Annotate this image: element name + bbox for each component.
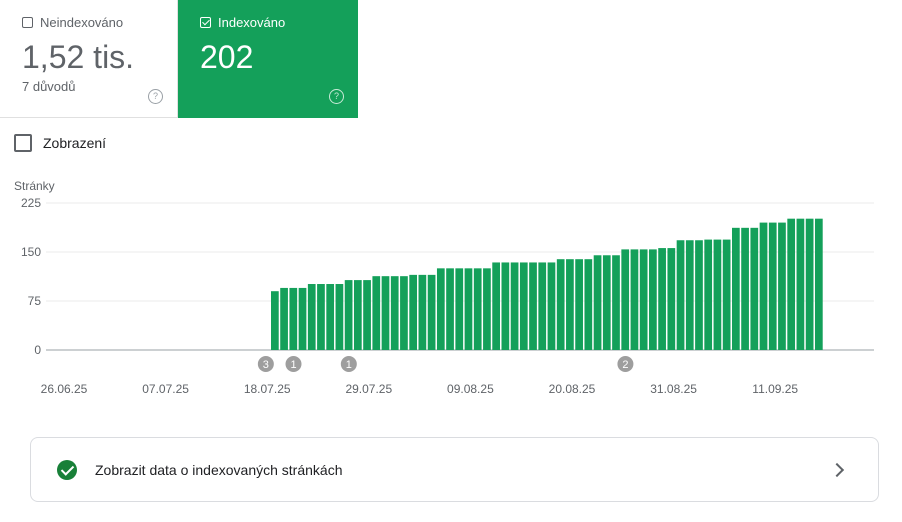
y-tick-label: 225: [21, 196, 41, 210]
chart-bar: [750, 227, 759, 350]
chart-bar: [621, 249, 630, 350]
indexed-card[interactable]: Indexováno 202 ?: [178, 0, 358, 118]
x-tick-label: 29.07.25: [345, 382, 392, 396]
chart-bar: [556, 259, 565, 350]
chart-bar: [390, 276, 399, 350]
annotation-count: 2: [622, 359, 628, 371]
chart-bar: [492, 262, 500, 350]
checkbox-icon[interactable]: [14, 134, 32, 152]
y-tick-label: 150: [21, 245, 41, 259]
chart-bar: [289, 287, 298, 350]
y-axis-title: Stránky: [14, 179, 55, 193]
chart-bar: [805, 218, 814, 350]
chart-bar: [547, 262, 556, 350]
chart-bar: [510, 262, 519, 350]
chart-bar: [307, 284, 316, 350]
chart-bar: [695, 240, 703, 350]
chevron-right-icon: [829, 462, 845, 477]
chart-bar: [741, 227, 749, 350]
nonindexed-reasons: 7 důvodů: [22, 79, 76, 94]
chart-bar: [529, 262, 537, 350]
chart-bar: [584, 259, 593, 350]
chart-bar: [685, 240, 694, 350]
chart-bar: [519, 262, 528, 350]
y-tick-label: 75: [28, 294, 42, 308]
x-tick-label: 26.06.25: [41, 382, 88, 396]
help-icon[interactable]: ?: [148, 89, 163, 104]
indexed-pages-chart: Stránky 225 150 75 0 3 1 1 2 26.06.25 07.07.25 18.0…: [14, 179, 874, 396]
nonindexed-label: Neindexováno: [40, 15, 124, 30]
impressions-toggle[interactable]: Zobrazení: [14, 134, 106, 152]
chart-bar: [298, 287, 307, 350]
chart-bar: [612, 255, 620, 350]
chart-bar: [436, 268, 445, 350]
chart-bar: [768, 222, 777, 350]
chart-bar: [271, 291, 279, 350]
annotation-count: 1: [290, 359, 296, 371]
chart-bar: [704, 239, 713, 350]
chart-bar: [280, 287, 288, 350]
chart-bar: [639, 249, 648, 350]
x-tick-label: 09.08.25: [447, 382, 494, 396]
x-tick-label: 18.07.25: [244, 382, 291, 396]
chart-bar: [363, 280, 371, 350]
chart-bar: [335, 284, 344, 350]
chart-bar: [566, 259, 574, 350]
chart-bar: [501, 262, 510, 350]
view-indexed-pages-label: Zobrazit data o indexovaných stránkách: [95, 461, 343, 478]
chart-bar: [473, 268, 482, 350]
nonindexed-card-header: Neindexováno: [22, 15, 123, 30]
chart-bar: [713, 239, 722, 350]
chart-bar: [464, 268, 473, 350]
y-tick-label: 0: [34, 343, 41, 357]
chart-bar: [317, 284, 325, 350]
chart-bar: [538, 262, 547, 350]
x-tick-label: 20.08.25: [549, 382, 596, 396]
chart-bar: [722, 239, 731, 350]
x-tick-label: 11.09.25: [752, 382, 798, 396]
chart-bar: [372, 276, 381, 350]
chart-bar: [658, 248, 666, 350]
chart-bar: [400, 276, 408, 350]
chart-bar: [602, 255, 611, 350]
annotation-count: 3: [263, 359, 269, 371]
chart-bar: [446, 268, 454, 350]
chart-bar: [732, 227, 740, 350]
chart-bar: [593, 255, 602, 350]
chart-bar: [778, 222, 786, 350]
chart-bar: [759, 222, 768, 350]
help-icon[interactable]: ?: [329, 89, 344, 104]
chart-bar: [353, 280, 362, 350]
chart-bar: [787, 218, 796, 350]
chart-bar: [575, 259, 583, 350]
chart-bar: [344, 280, 353, 350]
indexed-label: Indexováno: [218, 15, 286, 30]
nonindexed-card[interactable]: Neindexováno 1,52 tis. 7 důvodů ?: [0, 0, 178, 118]
chart-bar: [418, 274, 427, 350]
indexed-card-header: Indexováno: [200, 15, 285, 30]
chart-bar: [427, 274, 436, 350]
view-indexed-pages-link[interactable]: Zobrazit data o indexovaných stránkách: [30, 437, 879, 502]
chart-bar: [381, 276, 390, 350]
chart-bar: [649, 249, 657, 350]
impressions-toggle-label: Zobrazení: [43, 135, 107, 151]
checkbox-icon[interactable]: [22, 17, 33, 28]
chart-bar: [796, 218, 805, 350]
indexed-value: 202: [200, 39, 254, 75]
chart-bar: [409, 274, 418, 350]
nonindexed-value: 1,52 tis.: [22, 39, 135, 75]
chart-bar: [630, 249, 639, 350]
chart-bar: [676, 240, 685, 350]
annotation-count: 1: [346, 359, 352, 371]
chart-bar: [455, 268, 464, 350]
chart-bar: [667, 248, 676, 350]
chart-bar: [814, 218, 823, 350]
chart-bar: [483, 268, 491, 350]
chart-bar: [326, 284, 335, 350]
x-tick-label: 31.08.25: [650, 382, 697, 396]
x-tick-label: 07.07.25: [142, 382, 189, 396]
check-circle-icon: [57, 459, 77, 480]
checkbox-checked-icon[interactable]: [200, 17, 211, 28]
